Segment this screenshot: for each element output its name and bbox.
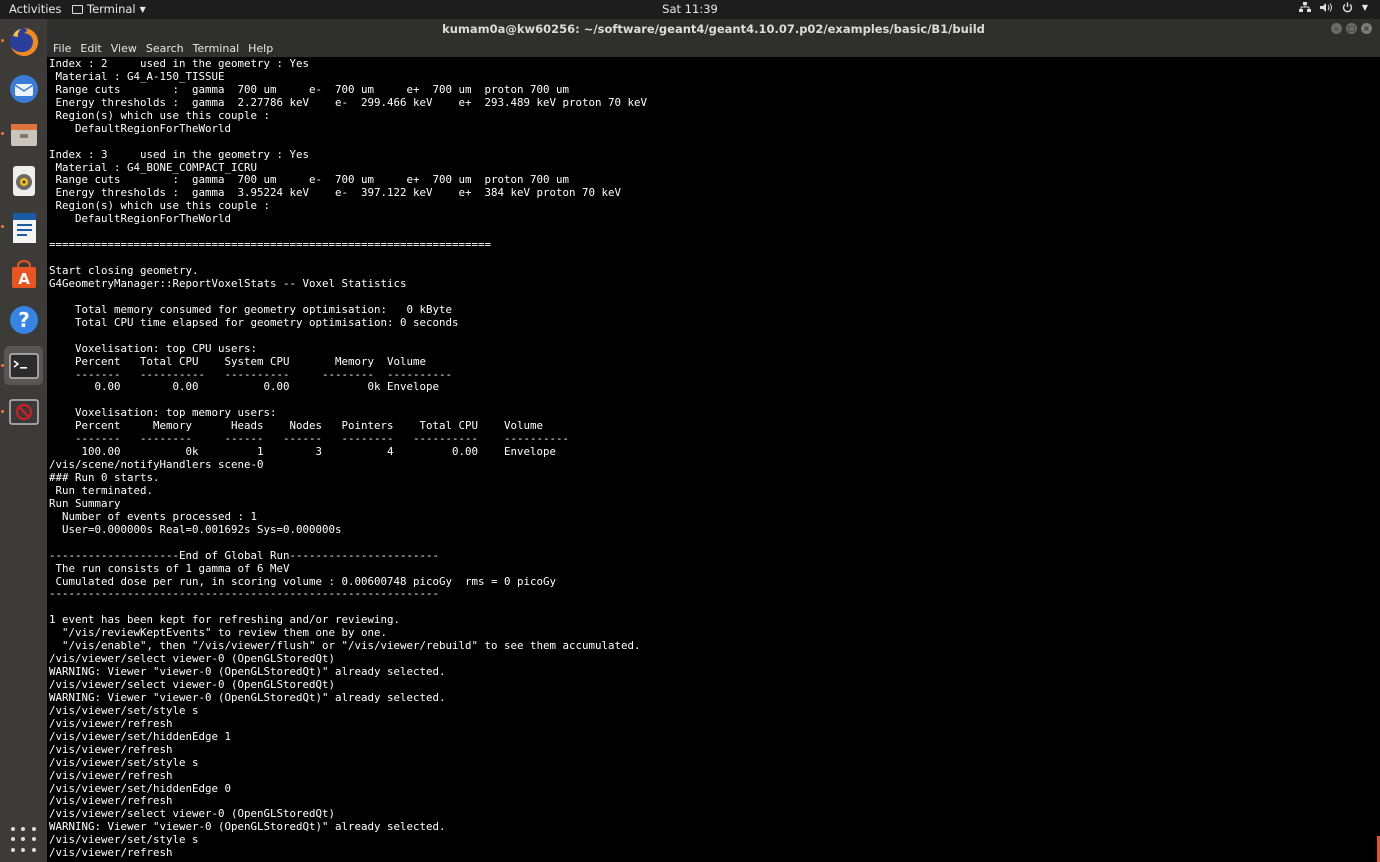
terminal-line: Percent Total CPU System CPU Memory Volu… (49, 354, 427, 368)
terminal-line: /vis/scene/notifyHandlers scene-0 (49, 458, 264, 472)
menu-bar: File Edit View Search Terminal Help (47, 40, 1380, 57)
terminal-line: User=0.000000s Real=0.001692s Sys=0.0000… (49, 522, 342, 536)
terminal-line: Region(s) which use this couple : (49, 199, 271, 213)
thunderbird-launcher[interactable] (4, 69, 43, 108)
clock[interactable]: Sat 11:39 (662, 2, 718, 16)
blocked-launcher[interactable] (4, 392, 43, 431)
no-entry-icon (8, 398, 39, 425)
network-icon (1298, 2, 1311, 12)
menu-edit[interactable]: Edit (80, 42, 101, 55)
top-bar: Activities Terminal ▼ Sat 11:39 ▼ (0, 0, 1380, 19)
terminal-line: Run Summary (49, 496, 121, 510)
app-menu-label: Terminal (87, 2, 136, 16)
firefox-launcher[interactable] (4, 22, 43, 61)
terminal-window: kumam0a@kw60256: ~/software/geant4/geant… (47, 19, 1380, 862)
chevron-down-icon: ▼ (1361, 3, 1368, 12)
dock: A ? (0, 19, 47, 862)
terminal-line: Number of events processed : 1 (49, 509, 258, 523)
software-launcher[interactable]: A (4, 254, 43, 293)
terminal-line: Start closing geometry. (49, 264, 199, 277)
terminal-line: DefaultRegionForTheWorld (49, 121, 232, 135)
terminal-line: WARNING: Viewer "viewer-0 (OpenGLStoredQ… (49, 690, 446, 704)
terminal-line: Total memory consumed for geometry optim… (49, 302, 453, 316)
terminal-line: /vis/viewer/set/style s (49, 703, 199, 717)
activities-button[interactable]: Activities (9, 2, 61, 16)
close-button[interactable]: × (1361, 23, 1372, 34)
terminal-line: /vis/viewer/refresh (49, 846, 173, 860)
terminal-line: /vis/viewer/set/hiddenEdge 0 (49, 781, 232, 795)
show-applications-icon[interactable] (11, 827, 37, 853)
volume-icon (1319, 3, 1332, 12)
menu-help[interactable]: Help (248, 42, 273, 55)
terminal-line: /vis/viewer/refresh (49, 716, 173, 730)
terminal-line: 0.00 0.00 0.00 0k Envelope (49, 380, 440, 394)
window-title: kumam0a@kw60256: ~/software/geant4/geant… (442, 22, 985, 36)
terminal-line: --------------------End of Global Run---… (49, 548, 440, 562)
status-area[interactable]: ▼ (1298, 2, 1368, 13)
terminal-line: Run terminated. (49, 483, 154, 497)
chevron-down-icon: ▼ (139, 4, 146, 14)
terminal-line: /vis/viewer/refresh (49, 768, 173, 782)
terminal-output[interactable]: Index : 2 used in the geometry : Yes Mat… (49, 58, 1380, 862)
terminal-line: Index : 3 used in the geometry : Yes (49, 147, 310, 161)
power-icon (1342, 2, 1353, 13)
terminal-line: Region(s) which use this couple : (49, 108, 271, 122)
terminal-line: /vis/viewer/set/style s (49, 755, 199, 769)
terminal-line: /vis/viewer/refresh (49, 742, 173, 756)
rhythmbox-launcher[interactable] (4, 161, 43, 200)
terminal-line: Range cuts : gamma 700 um e- 700 um e+ 7… (49, 82, 570, 96)
writer-launcher[interactable] (4, 208, 43, 247)
svg-text:?: ? (18, 308, 30, 332)
menu-view[interactable]: View (111, 42, 137, 55)
terminal-icon (72, 4, 83, 14)
music-icon (12, 165, 35, 196)
help-icon: ? (9, 305, 38, 334)
maximize-button[interactable]: □ (1346, 23, 1357, 34)
menu-file[interactable]: File (53, 42, 71, 55)
terminal-line: /vis/viewer/set/style s (49, 833, 199, 847)
terminal-line: Voxelisation: top CPU users: (49, 341, 258, 355)
title-bar[interactable]: kumam0a@kw60256: ~/software/geant4/geant… (47, 19, 1380, 40)
terminal-line: WARNING: Viewer "viewer-0 (OpenGLStoredQ… (49, 820, 446, 834)
firefox-icon (9, 27, 38, 56)
mail-icon (9, 74, 38, 103)
document-icon (12, 212, 36, 243)
terminal-launcher[interactable] (4, 346, 43, 385)
terminal-line: Index : 2 used in the geometry : Yes (49, 58, 310, 70)
menu-terminal[interactable]: Terminal (193, 42, 240, 55)
terminal-line: ========================================… (49, 238, 492, 252)
terminal-line: Material : G4_A-150_TISSUE (49, 69, 225, 83)
terminal-line: Energy thresholds : gamma 2.27786 keV e-… (49, 95, 648, 109)
minimize-button[interactable]: – (1331, 23, 1342, 34)
terminal-icon (8, 352, 39, 379)
app-menu[interactable]: Terminal ▼ (72, 2, 146, 16)
files-icon (10, 123, 37, 146)
files-launcher[interactable] (4, 115, 43, 154)
terminal-line: DefaultRegionForTheWorld (49, 212, 232, 226)
terminal-line: /vis/viewer/select viewer-0 (OpenGLStore… (49, 678, 336, 691)
terminal-line: Total CPU time elapsed for geometry opti… (49, 315, 459, 329)
svg-text:A: A (18, 270, 30, 288)
terminal-line: G4GeometryManager::ReportVoxelStats -- V… (49, 276, 407, 290)
menu-search[interactable]: Search (146, 42, 184, 55)
terminal-line: /vis/viewer/set/hiddenEdge 1 (49, 729, 232, 743)
terminal-line: ### Run 0 starts. (49, 471, 160, 484)
terminal-line: The run consists of 1 gamma of 6 MeV (49, 561, 290, 575)
software-icon: A (11, 259, 36, 288)
help-launcher[interactable]: ? (4, 300, 43, 339)
terminal-line: ----------------------------------------… (49, 587, 440, 601)
